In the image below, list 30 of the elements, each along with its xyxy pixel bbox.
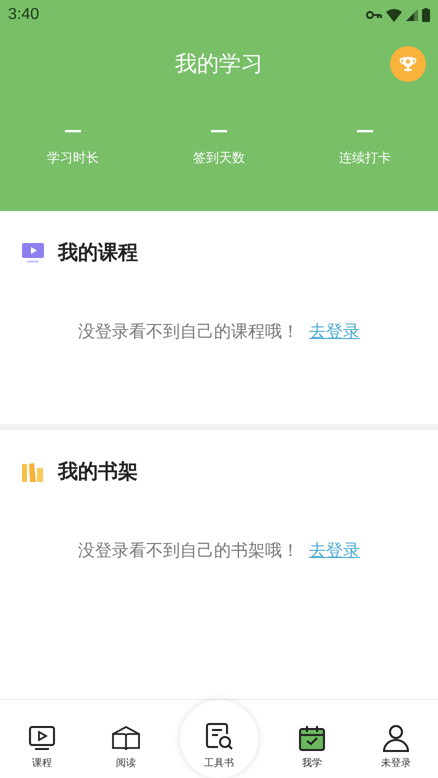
video-icon — [28, 724, 56, 752]
stat-value: — — [356, 120, 374, 141]
stat-label: 连续打卡 — [339, 150, 391, 167]
section-title: 我的书架 — [58, 458, 138, 485]
stat-label: 学习时长 — [47, 150, 99, 167]
nav-tab[interactable]: 未登录 — [366, 724, 426, 770]
nav-tab[interactable]: 阅读 — [96, 724, 156, 770]
trophy-icon — [399, 55, 417, 73]
trophy-button[interactable] — [390, 46, 426, 82]
empty-message: 没登录看不到自己的书架哦！ — [78, 540, 299, 562]
calendar-check-icon — [298, 724, 326, 752]
wifi-icon — [386, 8, 402, 22]
nav-tab[interactable]: 课程 — [12, 724, 72, 770]
stat-value: — — [210, 120, 228, 141]
status-time: 3:40 — [8, 6, 40, 24]
person-icon — [382, 724, 410, 752]
book-icon — [111, 724, 141, 752]
key-icon — [366, 10, 382, 20]
video-icon — [22, 242, 44, 262]
empty-message: 没登录看不到自己的课程哦！ — [78, 321, 299, 343]
document-search-icon — [204, 722, 234, 752]
signal-icon — [406, 9, 418, 21]
page-title: 我的学习 — [175, 51, 263, 79]
stat-label: 签到天数 — [193, 150, 245, 167]
nav-tab[interactable]: 我学 — [282, 724, 342, 770]
section-title: 我的课程 — [58, 239, 138, 266]
books-icon — [22, 462, 44, 482]
battery-icon — [422, 8, 430, 22]
stat-value: — — [64, 120, 82, 141]
nav-tab[interactable]: 工具书 — [180, 700, 258, 778]
